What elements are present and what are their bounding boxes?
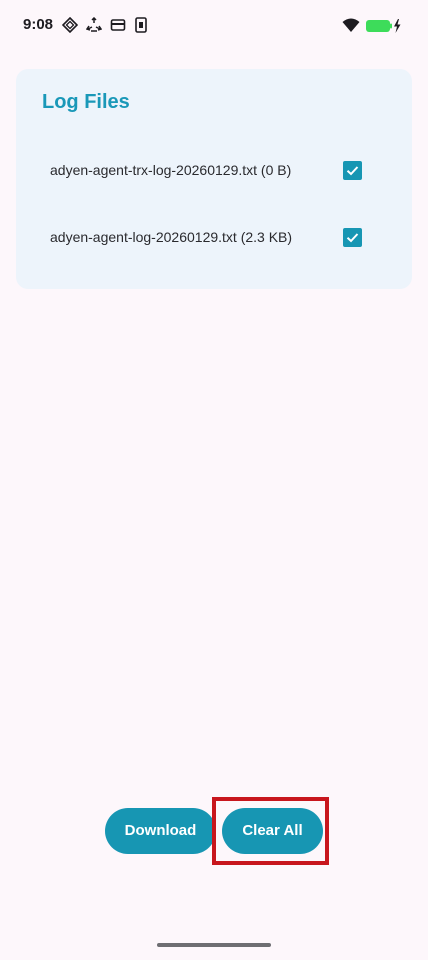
checkmark-icon xyxy=(346,233,359,243)
log-file-row[interactable]: adyen-agent-trx-log-20260129.txt (0 B) xyxy=(50,159,380,183)
log-file-checkbox[interactable] xyxy=(343,161,362,180)
status-bar: 9:08 xyxy=(0,0,428,52)
checkmark-icon xyxy=(346,166,359,176)
download-button[interactable]: Download xyxy=(105,808,216,854)
screen: 9:08 Log Files adyen-agent-trx-log-20260… xyxy=(0,0,428,960)
log-file-label: adyen-agent-log-20260129.txt (2.3 KB) xyxy=(50,229,293,245)
log-files-card: Log Files adyen-agent-trx-log-20260129.t… xyxy=(16,69,412,289)
status-time: 9:08 xyxy=(23,16,54,33)
home-indicator[interactable] xyxy=(157,943,271,947)
log-file-label: adyen-agent-trx-log-20260129.txt (0 B) xyxy=(50,162,292,178)
card-icon xyxy=(110,19,126,31)
highlight-box xyxy=(212,797,329,865)
log-file-checkbox[interactable] xyxy=(343,228,362,247)
device-icon xyxy=(135,17,147,33)
card-title: Log Files xyxy=(42,91,130,113)
recycle-icon xyxy=(86,17,102,32)
location-diamond-icon xyxy=(62,17,78,33)
wifi-icon xyxy=(342,18,360,32)
battery-charging-icon xyxy=(366,19,401,33)
log-file-row[interactable]: adyen-agent-log-20260129.txt (2.3 KB) xyxy=(50,226,380,250)
